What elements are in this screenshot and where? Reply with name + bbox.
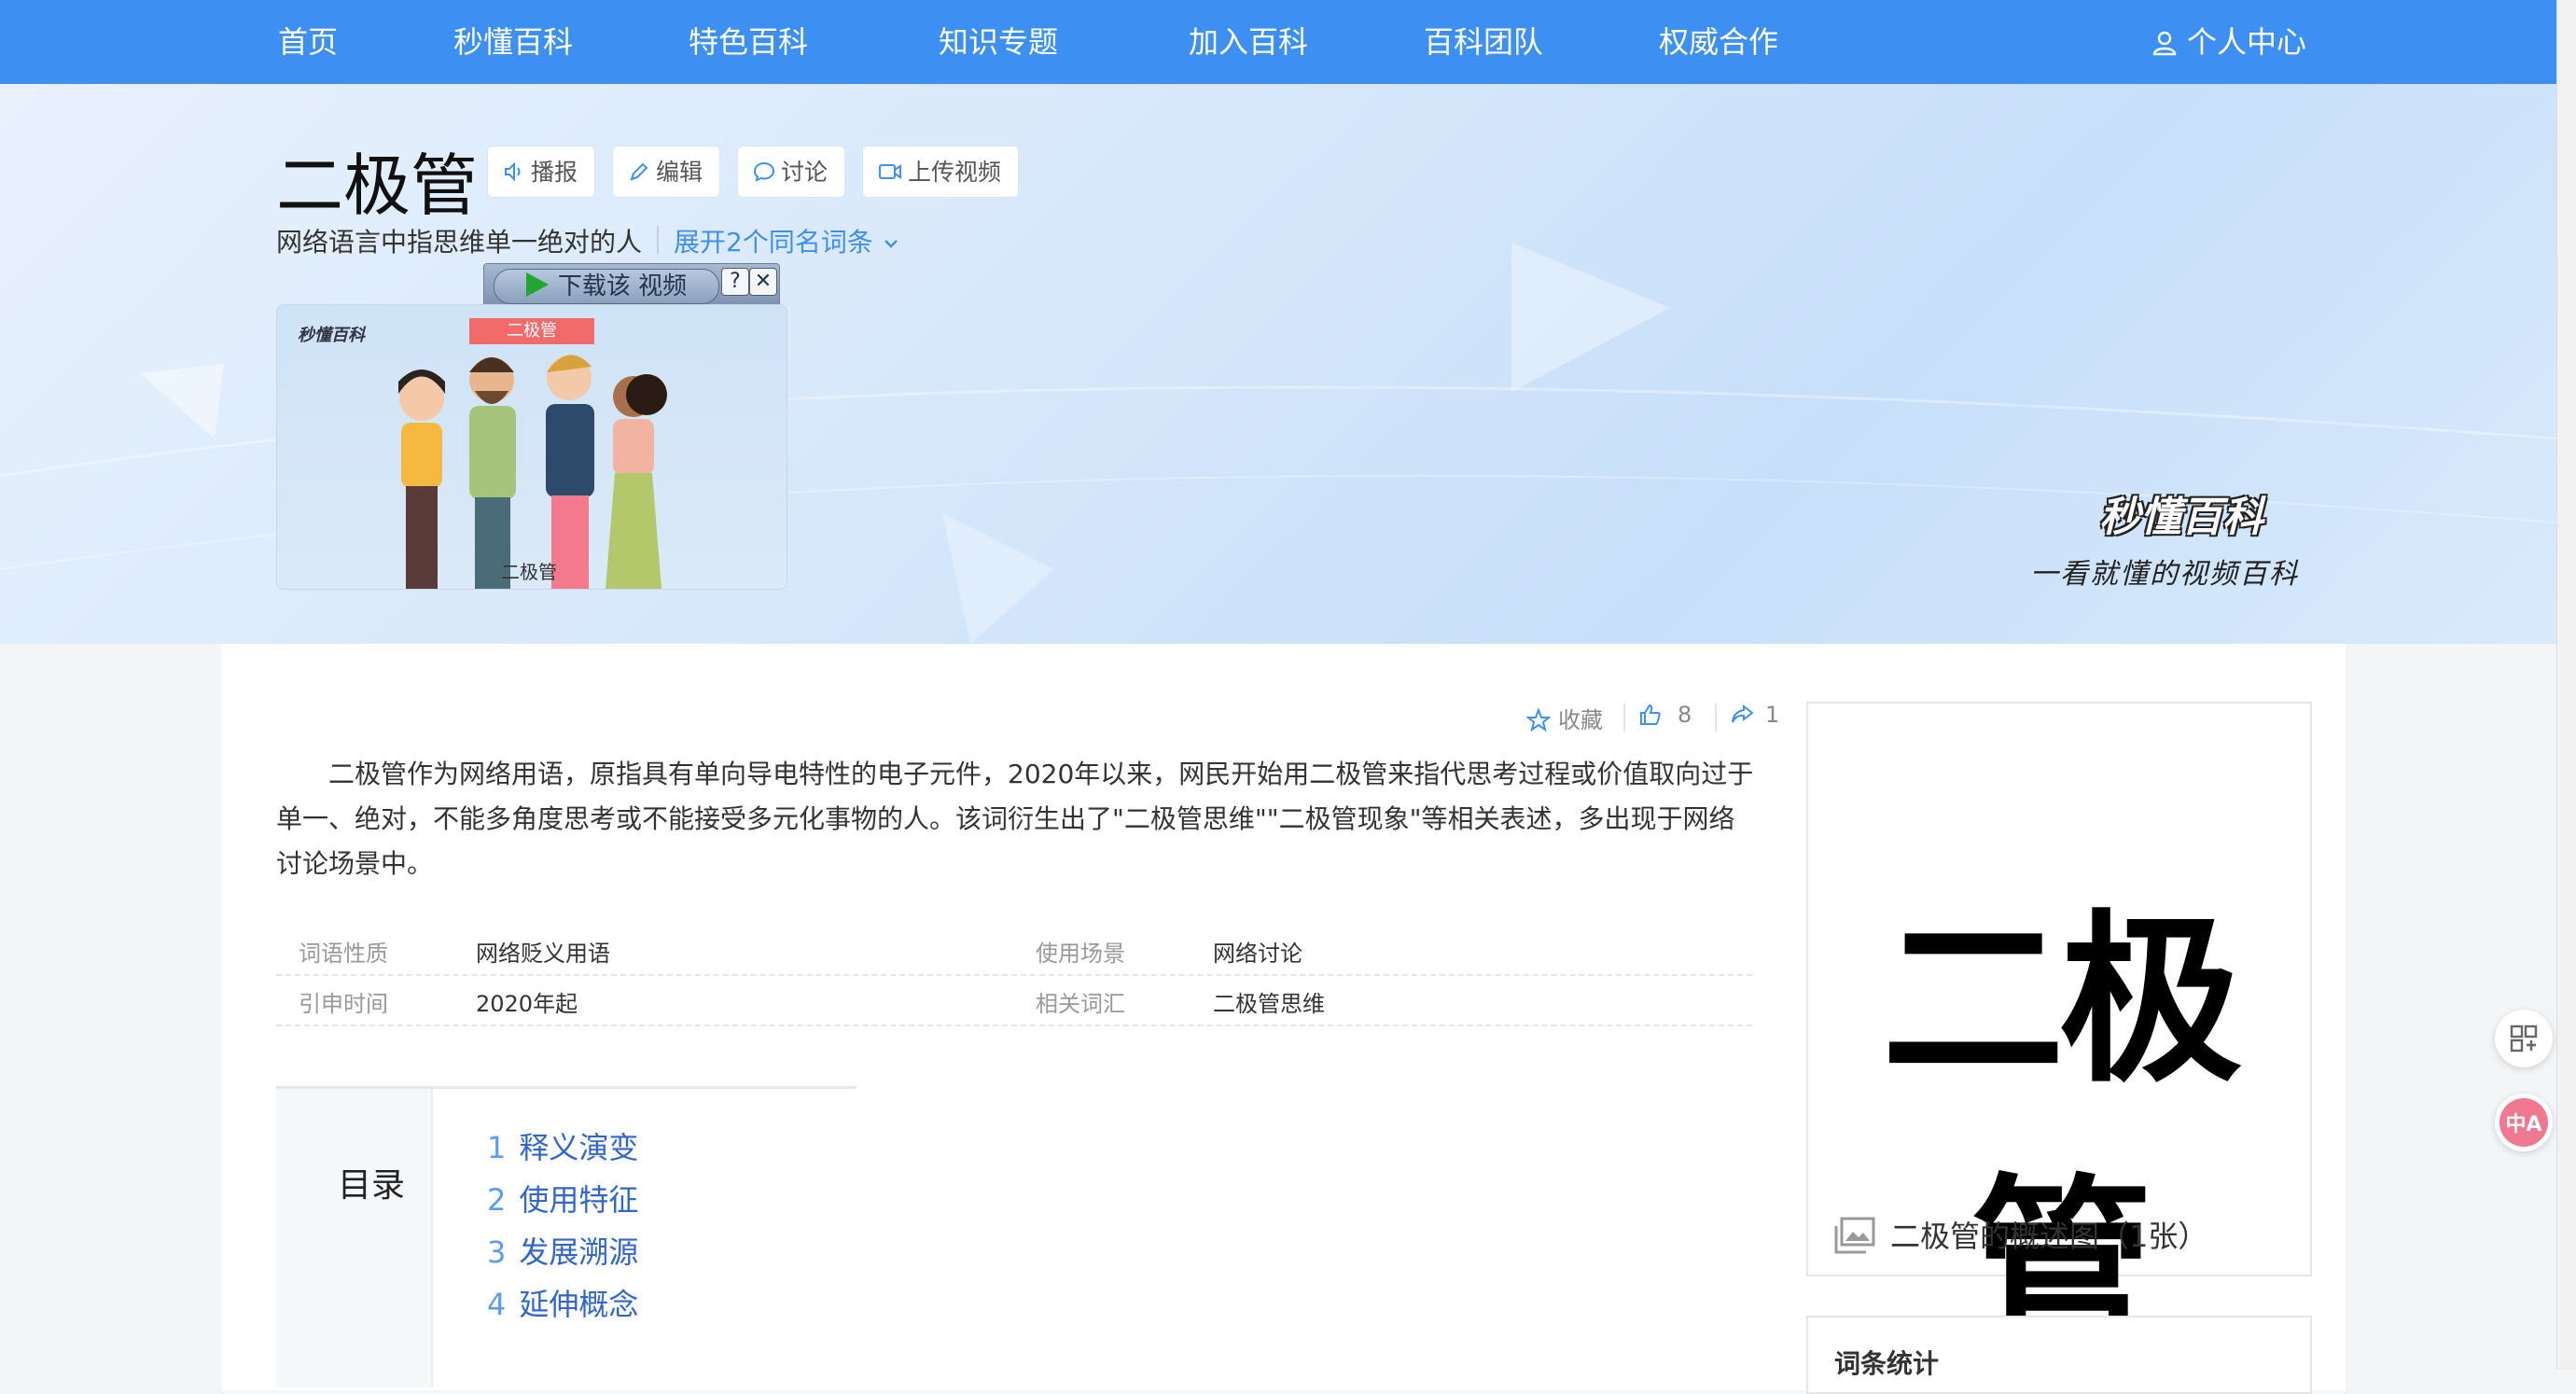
like-button[interactable]: 8 — [1638, 702, 1692, 728]
basic-info-table: 词语性质 网络贬义用语 使用场景 网络讨论 引申时间 2020年起 相关词汇 二… — [276, 926, 1752, 1026]
toc-title: 目录 — [338, 1166, 406, 1205]
toc-item-label: 使用特征 — [519, 1182, 639, 1218]
edit-label: 编辑 — [656, 159, 703, 186]
info-key: 引申时间 — [299, 991, 388, 1017]
toc-item-number: 2 — [487, 1182, 507, 1218]
help-icon[interactable]: ? — [721, 268, 749, 296]
overview-caption-text: 二极管的概述图（1张） — [1890, 1219, 2208, 1254]
video-download-toolbar: 下载该 视频 ? ✕ — [483, 263, 780, 310]
toc-item[interactable]: 1 释义演变 — [487, 1124, 638, 1167]
nav-home[interactable]: 首页 — [278, 0, 338, 84]
share-button[interactable]: 1 — [1730, 702, 1779, 728]
pencil-icon — [628, 149, 650, 202]
user-center-link[interactable]: 个人中心 — [2151, 0, 2306, 84]
broadcast-label: 播报 — [531, 159, 578, 186]
entry-subtitle: 网络语言中指思维单一绝对的人 — [276, 227, 643, 258]
people-illustration — [398, 355, 667, 589]
translate-icon: 中A — [2499, 1098, 2548, 1147]
toc-item[interactable]: 3 发展溯源 — [487, 1229, 638, 1272]
toc-item-number: 4 — [487, 1287, 507, 1322]
stats-divider — [1715, 704, 1717, 732]
info-value: 二极管思维 — [1213, 991, 1325, 1017]
stats-divider — [1623, 704, 1625, 732]
image-gallery-icon — [1834, 1217, 1875, 1254]
video-caption: 二极管 — [501, 561, 557, 583]
statistics-title: 词条统计 — [1834, 1348, 1940, 1379]
play-icon — [525, 272, 549, 297]
overview-image-caption: 二极管的概述图（1张） — [1834, 1213, 2207, 1256]
nav-team[interactable]: 百科团队 — [1424, 0, 1543, 84]
svg-text:中A: 中A — [2505, 1113, 2541, 1136]
entry-statistics-card: 词条统计 — [1806, 1316, 2312, 1394]
subtitle-divider — [657, 226, 659, 254]
info-row: 词语性质 网络贬义用语 使用场景 网络讨论 — [276, 926, 1752, 976]
chat-bubble-icon — [753, 149, 775, 202]
share-count: 1 — [1765, 702, 1780, 728]
info-row: 引申时间 2020年起 相关词汇 二极管思维 — [276, 976, 1752, 1026]
info-key: 使用场景 — [1036, 941, 1125, 967]
overview-image: 二极管 — [1881, 895, 2242, 1372]
entry-title: 二极管 — [276, 146, 479, 225]
download-video-button[interactable]: 下载该 视频 — [494, 269, 719, 304]
thumbs-up-icon — [1640, 704, 1661, 725]
toc-item-label: 发展溯源 — [519, 1234, 639, 1270]
page-scrollbar[interactable] — [2556, 0, 2576, 1370]
expand-homonyms-link[interactable]: 展开2个同名词条 — [674, 222, 900, 259]
edit-button[interactable]: 编辑 — [612, 146, 721, 198]
brand-logo: 秒懂百科 — [2099, 494, 2263, 541]
toc-item[interactable]: 2 使用特征 — [487, 1177, 638, 1220]
share-icon — [1732, 704, 1754, 723]
toc-header: 目录 — [276, 1089, 433, 1387]
broadcast-button[interactable]: 播报 — [487, 146, 596, 198]
expand-homonyms-label: 展开2个同名词条 — [674, 227, 873, 258]
video-camera-icon — [878, 149, 902, 202]
translate-button[interactable]: 中A — [2495, 1094, 2553, 1151]
top-nav: 首页 秒懂百科 特色百科 知识专题 加入百科 百科团队 权威合作 个人中心 — [0, 0, 2556, 84]
info-value: 网络贬义用语 — [476, 941, 610, 967]
user-center-label: 个人中心 — [2186, 24, 2306, 60]
chevron-down-icon — [884, 240, 898, 248]
speaker-icon — [503, 149, 525, 202]
nav-topics[interactable]: 知识专题 — [939, 0, 1058, 84]
toc-item-label: 释义演变 — [519, 1130, 639, 1165]
video-thumbnail[interactable]: 秒懂百科 二极管 二极管 — [276, 304, 787, 590]
close-icon[interactable]: ✕ — [749, 268, 777, 296]
star-icon — [1525, 707, 1552, 732]
info-key: 相关词汇 — [1036, 991, 1125, 1017]
app-grid-button[interactable] — [2495, 1010, 2553, 1067]
discuss-label: 讨论 — [781, 159, 828, 186]
upload-video-label: 上传视频 — [908, 159, 1002, 186]
info-key: 词语性质 — [299, 941, 388, 967]
download-video-label: 下载该 视频 — [557, 272, 688, 300]
favorite-button[interactable]: 收藏 — [1525, 702, 1603, 734]
toc-item[interactable]: 4 延伸概念 — [487, 1281, 638, 1324]
nav-miaodong[interactable]: 秒懂百科 — [453, 0, 573, 84]
nav-featured[interactable]: 特色百科 — [689, 0, 808, 84]
favorite-label: 收藏 — [1558, 707, 1603, 733]
info-value: 网络讨论 — [1213, 941, 1302, 967]
user-icon — [2152, 31, 2177, 56]
toc-item-number: 1 — [487, 1130, 507, 1165]
toc-item-label: 延伸概念 — [519, 1287, 639, 1322]
info-value: 2020年起 — [476, 991, 578, 1017]
like-count: 8 — [1678, 702, 1692, 728]
nav-cooperation[interactable]: 权威合作 — [1659, 0, 1778, 84]
grid-icon — [2510, 1025, 2538, 1052]
discuss-button[interactable]: 讨论 — [737, 146, 846, 198]
nav-join[interactable]: 加入百科 — [1189, 0, 1308, 84]
toc-item-number: 3 — [487, 1234, 507, 1270]
upload-video-button[interactable]: 上传视频 — [862, 146, 1020, 198]
brand-slogan: 一看就懂的视频百科 — [2030, 558, 2299, 591]
table-of-contents: 目录 1 释义演变 2 使用特征 3 发展溯源 4 延伸概念 — [276, 1086, 856, 1387]
overview-image-card[interactable]: 二极管 二极管的概述图（1张） — [1806, 702, 2312, 1372]
entry-summary: 二极管作为网络用语，原指具有单向导电特性的电子元件，2020年以来，网民开始用二… — [276, 759, 1754, 879]
